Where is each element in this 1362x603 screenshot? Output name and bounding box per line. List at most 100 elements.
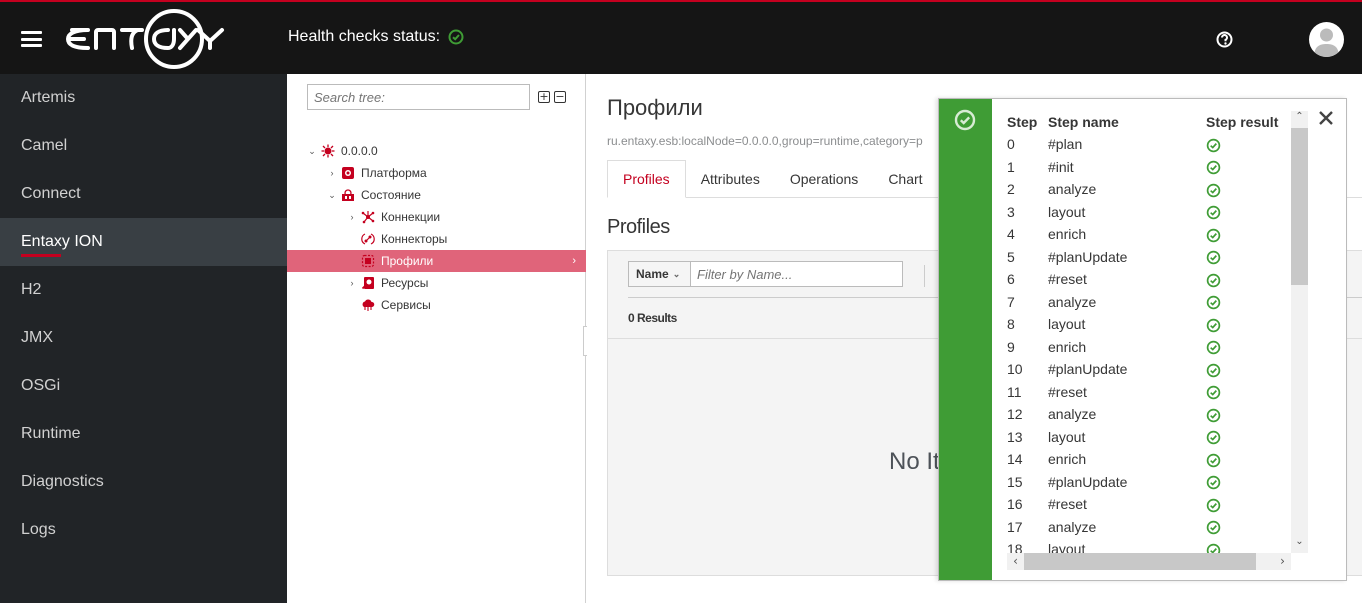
sidebar-item-camel[interactable]: Camel xyxy=(0,122,287,170)
tree-node-resources[interactable]: › Ресурсы xyxy=(287,272,586,294)
column-header-step-result: Step result xyxy=(1206,114,1279,130)
step-table-container: Step Step name Step result 0 #plan 1 #init 2… xyxy=(1007,111,1308,568)
step-number: 0 xyxy=(1007,136,1015,153)
sidebar-item-h2[interactable]: H2 xyxy=(0,266,287,314)
sidebar-nav: Artemis Camel Connect Entaxy ION H2 JMX … xyxy=(0,74,287,603)
page-title: Профили xyxy=(607,95,703,120)
tree-node-profiles[interactable]: Профили › xyxy=(287,250,586,272)
step-result xyxy=(1206,178,1290,201)
sidebar-item-runtime[interactable]: Runtime xyxy=(0,410,287,458)
step-result xyxy=(1206,471,1290,494)
filter-field-label: Name xyxy=(636,267,669,281)
step-result xyxy=(1206,156,1290,179)
step-result xyxy=(1206,268,1290,291)
table-row: 6 #reset xyxy=(1007,268,1290,291)
table-row: 5 #planUpdate xyxy=(1007,246,1290,269)
step-name: #plan xyxy=(1048,136,1083,153)
scroll-down-icon[interactable]: ⌄ xyxy=(1291,536,1308,553)
check-circle-icon xyxy=(1206,430,1221,445)
hamburger-menu-icon[interactable] xyxy=(21,31,42,47)
step-name: enrich xyxy=(1048,338,1087,355)
step-number: 2 xyxy=(1007,181,1015,198)
sidebar-item-diagnostics[interactable]: Diagnostics xyxy=(0,458,287,506)
step-result xyxy=(1206,426,1290,449)
tree-node-root[interactable]: ⌄ 0.0.0.0 xyxy=(287,140,586,162)
check-circle-icon xyxy=(1206,498,1221,512)
step-result xyxy=(1206,493,1290,516)
sidebar-item-logs[interactable]: Logs xyxy=(0,506,287,554)
tree-node-services[interactable]: Сервисы xyxy=(287,294,586,316)
user-avatar[interactable] xyxy=(1309,22,1344,57)
sidebar-item-osgi[interactable]: OSGi xyxy=(0,362,287,410)
collapse-all-icon[interactable]: − xyxy=(554,91,566,103)
check-circle-icon[interactable] xyxy=(448,29,464,45)
tab-attributes[interactable]: Attributes xyxy=(686,160,775,198)
step-number: 5 xyxy=(1007,248,1015,265)
step-number: 1 xyxy=(1007,158,1015,175)
chevron-right-icon[interactable]: › xyxy=(347,212,357,222)
filter-field-select[interactable]: Name ⌄ xyxy=(628,261,691,287)
tree-node-label: Сервисы xyxy=(381,298,431,312)
step-name: #planUpdate xyxy=(1048,473,1128,490)
scrollbar-thumb[interactable] xyxy=(1024,553,1256,570)
tree-node-connectors[interactable]: Коннекторы xyxy=(287,228,586,250)
chevron-right-icon[interactable]: › xyxy=(347,278,357,288)
tab-profiles[interactable]: Profiles xyxy=(607,160,686,198)
step-name: #planUpdate xyxy=(1048,361,1128,378)
section-title: Profiles xyxy=(607,216,670,238)
tab-operations[interactable]: Operations xyxy=(775,160,873,198)
sidebar-item-entaxy-ion[interactable]: Entaxy ION xyxy=(0,218,287,266)
tree-node-connections[interactable]: › Коннекции xyxy=(287,206,586,228)
step-result xyxy=(1206,223,1290,246)
services-icon xyxy=(362,299,375,311)
table-row: 9 enrich xyxy=(1007,336,1290,359)
step-result xyxy=(1206,291,1290,314)
step-results-table: Step Step name Step result 0 #plan 1 #init 2… xyxy=(1007,111,1290,561)
check-circle-icon xyxy=(1206,475,1221,490)
step-result xyxy=(1206,516,1290,539)
tree-node-state[interactable]: ⌄ Состояние xyxy=(287,184,586,206)
help-icon[interactable] xyxy=(1216,31,1233,48)
table-row: 17 analyze xyxy=(1007,516,1290,539)
scroll-left-icon[interactable]: ‹ xyxy=(1007,553,1024,570)
expand-all-icon[interactable]: + xyxy=(538,91,550,103)
vertical-scrollbar[interactable]: ⌃ ⌄ xyxy=(1291,111,1308,553)
step-name: #reset xyxy=(1048,383,1087,400)
step-name: #reset xyxy=(1048,271,1087,288)
tree-node-label: Платформа xyxy=(361,166,427,180)
chevron-right-icon[interactable]: › xyxy=(327,168,337,178)
toast-status-strip xyxy=(939,99,992,580)
success-toast: Step Step name Step result 0 #plan 1 #init 2… xyxy=(938,98,1347,581)
filter-by-name-input[interactable] xyxy=(691,261,903,287)
scroll-right-icon[interactable]: › xyxy=(1274,553,1291,570)
node-icon xyxy=(321,144,335,158)
step-name: analyze xyxy=(1048,518,1097,535)
step-number: 8 xyxy=(1007,316,1015,333)
sidebar-item-jmx[interactable]: JMX xyxy=(0,314,287,362)
filter-toolbar: Name ⌄ xyxy=(628,261,903,287)
scroll-up-icon[interactable]: ⌃ xyxy=(1291,111,1308,128)
close-icon[interactable] xyxy=(1318,110,1334,126)
chevron-down-icon[interactable]: ⌄ xyxy=(307,146,317,157)
step-name: #planUpdate xyxy=(1048,248,1128,265)
check-circle-icon xyxy=(1206,385,1221,400)
scrollbar-thumb[interactable] xyxy=(1291,128,1308,285)
sidebar-item-connect[interactable]: Connect xyxy=(0,170,287,218)
chevron-down-icon[interactable]: ⌄ xyxy=(327,190,337,201)
check-circle-icon xyxy=(1206,318,1221,332)
search-tree-input[interactable] xyxy=(307,84,530,110)
step-number: 3 xyxy=(1007,203,1015,220)
check-circle-icon xyxy=(1206,340,1221,355)
tree-node-platform[interactable]: › Платформа xyxy=(287,162,586,184)
horizontal-scrollbar[interactable]: ‹ › xyxy=(1007,553,1291,570)
step-name: analyze xyxy=(1048,406,1097,423)
step-name: #init xyxy=(1048,158,1074,175)
sidebar-item-artemis[interactable]: Artemis xyxy=(0,74,287,122)
step-number: 11 xyxy=(1007,383,1022,400)
table-row: 8 layout xyxy=(1007,313,1290,336)
tree-pane: + − ⌄ 0.0.0.0 › Платформа ⌄ Состояние › … xyxy=(287,74,586,603)
toolbar-divider xyxy=(924,265,925,287)
step-number: 16 xyxy=(1007,496,1023,513)
tab-chart[interactable]: Chart xyxy=(873,160,937,198)
entaxy-logo[interactable] xyxy=(66,8,226,70)
